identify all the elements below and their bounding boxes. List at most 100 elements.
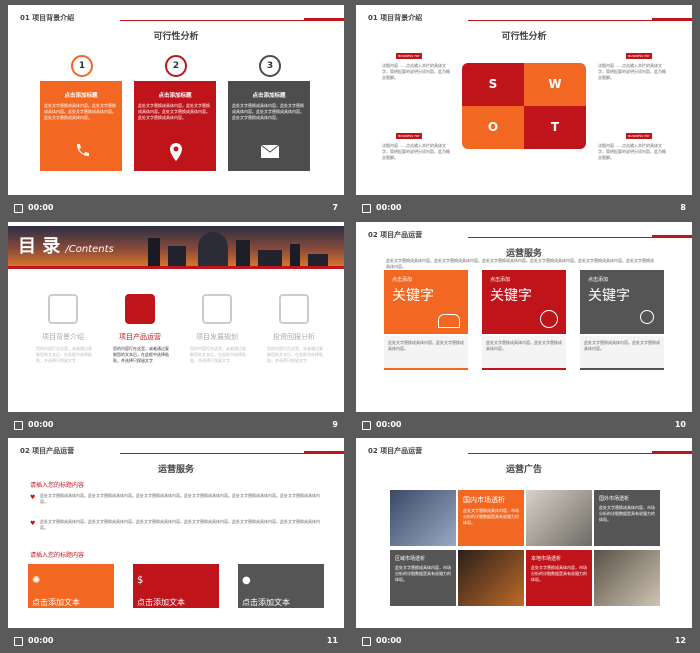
keyword-big: 关键字 (588, 288, 630, 304)
swot-o: O (462, 106, 524, 149)
paragraph: 此处文字替换成具体内容。此处文字替换成具体内容。此处文字替换成具体内容。此处文字… (40, 493, 320, 504)
mail-icon (261, 145, 279, 158)
contents-title: 目 录 /Contents (18, 232, 114, 258)
slide-number: 9 (332, 420, 338, 429)
swot-text: 详细内容……点击输入本栏的具体文字，简明扼要的说明分项内容，此为概念图解。 (382, 143, 450, 160)
divider-accent (304, 18, 344, 21)
team-icon (438, 314, 460, 328)
toc-item-label: 项目产品运营 (119, 333, 161, 341)
slide-9: 目 录 /Contents 项目背景介绍 项目产品运营 项目发展规划 投资回报分… (8, 222, 344, 412)
section-title: 01 项目背景介绍 (368, 14, 423, 22)
intro-text: 此处文字替换成具体内容。此处文字替换成具体内容。此处文字替换成具体内容。此处文字… (386, 258, 654, 269)
slide-icon (362, 204, 371, 213)
slide-footer: 00:00 7 (8, 198, 344, 220)
slide-title: 可行性分析 (153, 32, 199, 42)
slide-timing: 00:00 (28, 203, 54, 212)
keyword-big: 关键字 (490, 288, 532, 304)
slide-timing: 00:00 (28, 636, 54, 645)
step-number: 1 (71, 55, 93, 77)
recycle-icon (279, 294, 309, 324)
bar-chart-icon (202, 294, 232, 324)
keyword-small: 点击添加 (588, 277, 609, 283)
feature-card: 点击添加标题 此处文字替换成具体内容。此处文字替换成具体内容。此处文字替换成具体… (40, 81, 122, 171)
heart-icon: ♥ (30, 520, 36, 527)
text-button: ● 点击添加文本 (238, 564, 324, 608)
keyword-box: 点击添加 关键字 (580, 270, 664, 334)
dollar-icon: $ (137, 575, 144, 586)
keyword-box: 点击添加 关键字 (482, 270, 566, 334)
location-pin-icon (170, 143, 182, 161)
slide-12: 02 项目产品运营 运营广告 国内市场透析 此处文字替换成具体内容，市场分析的详… (356, 438, 692, 628)
bubbles-icon: ● (242, 575, 251, 586)
keyword-box: 点击添加 关键字 (384, 270, 468, 334)
slide-7: 01 项目背景介绍 可行性分析 1 2 3 点击添加标题 此处文字替换成具体内容… (8, 5, 344, 195)
market-title: 国外市场透析 (599, 496, 630, 502)
section-title: 02 项目产品运营 (368, 447, 423, 455)
button-label: 点击添加文本 (242, 598, 290, 607)
slide-title: 可行性分析 (501, 32, 547, 42)
toc-item-label: 项目背景介绍 (42, 333, 84, 341)
card-heading: 点击添加标题 (64, 93, 98, 99)
toc-item-label: 项目发展规划 (196, 333, 238, 341)
slide-footer: 00:00 9 (8, 415, 344, 437)
slide-number: 7 (332, 203, 338, 212)
button-label: 点击添加文本 (32, 598, 80, 607)
slide-number: 12 (674, 636, 686, 645)
toc-item-desc: 您的内容打在这里，或者通过复制您的文本后，在此框中选择粘贴，并选择只保留文字 (267, 346, 323, 363)
section-title: 02 项目产品运营 (368, 231, 423, 239)
atom-icon: ✺ (32, 575, 41, 586)
photo (594, 550, 660, 606)
photo (526, 490, 592, 546)
home-icon (48, 294, 78, 324)
divider-accent (652, 451, 692, 454)
divider-accent (304, 451, 344, 454)
slide-title: 运营服务 (157, 465, 194, 475)
card-text: 此处文字替换成具体内容。此处文字替换成具体内容。此处文字替换成具体内容。此处文字… (232, 103, 304, 120)
tag: BUSINESS TRY (626, 133, 652, 139)
button-label: 点击添加文本 (137, 598, 185, 607)
market-box: 区域市场透析 此处文字替换成具体内容，市场分析的详细数据是具有说服力的体现。 (390, 550, 456, 606)
swot-text: 详细内容……点击输入本栏的具体文字，简明扼要的说明分项内容，此为概念图解。 (382, 63, 450, 80)
keyword-big: 关键字 (392, 288, 434, 304)
swot-t: T (524, 106, 586, 149)
card-heading: 点击添加标题 (158, 93, 192, 99)
market-text: 此处文字替换成具体内容，市场分析的详细数据是具有说服力的体现。 (395, 565, 451, 582)
slide-footer: 00:00 11 (8, 631, 344, 653)
feature-card: 点击添加标题 此处文字替换成具体内容。此处文字替换成具体内容。此处文字替换成具体… (228, 81, 310, 171)
slide-timing: 00:00 (376, 636, 402, 645)
card-text: 此处文字替换成具体内容。此处文字替换成具体内容。此处文字替换成具体内容。此处文字… (138, 103, 210, 120)
keyword-text: 此处文字替换成具体内容。此处文字替换成具体内容。 (580, 336, 664, 370)
photo (390, 490, 456, 546)
slide-icon (14, 421, 23, 430)
market-box: 国内市场透析 此处文字替换成具体内容，市场分析的详细数据是具有说服力的体现。 (458, 490, 524, 546)
slide-number: 8 (680, 203, 686, 212)
tag: BUSINESS TRY (626, 53, 652, 59)
swot-text: 详细内容……点击输入本栏的具体文字，简明扼要的说明分项内容，此为概念图解。 (598, 63, 666, 80)
slide-footer: 00:00 8 (356, 198, 692, 220)
phone-icon (77, 144, 89, 156)
globe-icon (540, 310, 558, 328)
toc-subtitle: /Contents (65, 244, 114, 255)
gears-icon (125, 294, 155, 324)
toc-item-desc: 您的内容打在这里，或者通过复制您的文本后，在此框中选择粘贴，并选择只保留文字 (113, 346, 169, 363)
tag: BUSINESS TRY (396, 133, 422, 139)
slide-number: 11 (326, 636, 338, 645)
card-text: 此处文字替换成具体内容。此处文字替换成具体内容。此处文字替换成具体内容。此处文字… (44, 103, 116, 120)
keyword-text: 此处文字替换成具体内容。此处文字替换成具体内容。 (384, 336, 468, 370)
market-text: 此处文字替换成具体内容，市场分析的详细数据是具有说服力的体现。 (463, 508, 519, 525)
market-box: 国外市场透析 此处文字替换成具体内容，市场分析的详细数据是具有说服力的体现。 (594, 490, 660, 546)
text-button: $ 点击添加文本 (133, 564, 219, 608)
divider-accent (652, 235, 692, 238)
slide-timing: 00:00 (376, 203, 402, 212)
slide-number: 10 (674, 420, 686, 429)
toc-title: 目 录 (18, 236, 61, 257)
slide-timing: 00:00 (28, 420, 54, 429)
divider-accent (652, 18, 692, 21)
slide-icon (362, 421, 371, 430)
slide-icon (14, 204, 23, 213)
subheading: 请插入您的标题内容 (30, 482, 85, 489)
market-box: 本地市场透析 此处文字替换成具体内容，市场分析的详细数据是具有说服力的体现。 (526, 550, 592, 606)
swot-text: 详细内容……点击输入本栏的具体文字，简明扼要的说明分项内容，此为概念图解。 (598, 143, 666, 160)
swot-w: W (524, 63, 586, 106)
toc-item-desc: 您的内容打在这里，或者通过复制您的文本后，在此框中选择粘贴，并选择只保留文字 (36, 346, 92, 363)
